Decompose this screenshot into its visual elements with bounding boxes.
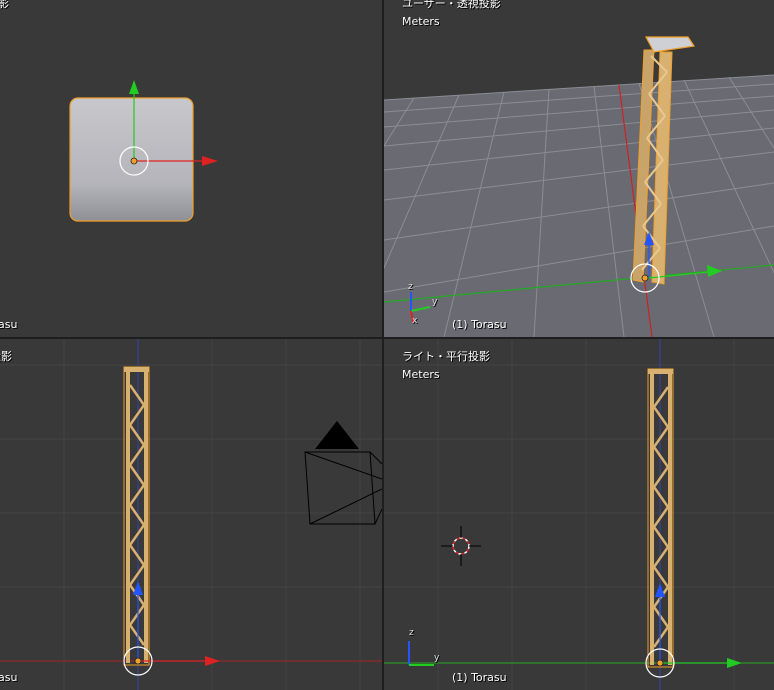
axis-y-label: y [434,653,440,663]
object-label: asu [0,671,18,684]
object-origin-dot [656,659,664,667]
truss-top-plate [645,36,696,53]
object-origin-dot [130,157,138,165]
axis-y-label: y [432,297,438,307]
object-label: (1) Torasu [452,318,507,331]
object-origin-dot [134,657,142,665]
object-label: asu [0,318,18,331]
ortho-grid [0,339,382,690]
ortho-grid [384,339,774,690]
viewport-bottom-left[interactable]: 投影 asu [0,339,382,690]
viewport-top-right-canvas [384,36,774,337]
view-title: 影 [0,0,9,10]
viewport-bottom-right-canvas [384,339,774,690]
axis-z-label: z [408,282,413,292]
viewport-horizontal-divider[interactable] [0,337,774,339]
viewport-top-left[interactable]: 影 asu [0,0,382,337]
axis-z-label: z [409,628,414,638]
orientation-axes-widget [408,641,434,666]
axis-x-label: x [412,316,418,326]
object-label: (1) Torasu [452,671,507,684]
object-origin-dot [641,274,649,282]
units-label: Meters [402,15,440,28]
viewport-bottom-right[interactable]: ライト・平行投影 Meters z y (1) Torasu [384,339,774,690]
truss-tower-object[interactable] [123,366,150,666]
view-title: 投影 [0,350,12,363]
y-axis-arrow-icon[interactable] [129,80,139,94]
units-label: Meters [402,368,440,381]
3d-cursor-icon[interactable] [441,526,481,566]
viewport-bottom-left-canvas [0,339,382,690]
view-title: ライト・平行投影 [402,350,490,363]
camera-object[interactable] [304,421,382,525]
viewport-top-left-canvas [69,80,218,222]
ground-plane [384,75,774,337]
z-axis-arrow-icon[interactable] [133,581,143,595]
viewport-top-right[interactable]: ユーザー・透視投影 Meters z y x (1) Torasu [384,0,774,337]
viewport-vertical-divider[interactable] [382,0,384,690]
z-axis-arrow-icon[interactable] [655,583,665,597]
view-title: ユーザー・透視投影 [402,0,501,10]
x-axis-arrow-icon[interactable] [202,156,218,166]
